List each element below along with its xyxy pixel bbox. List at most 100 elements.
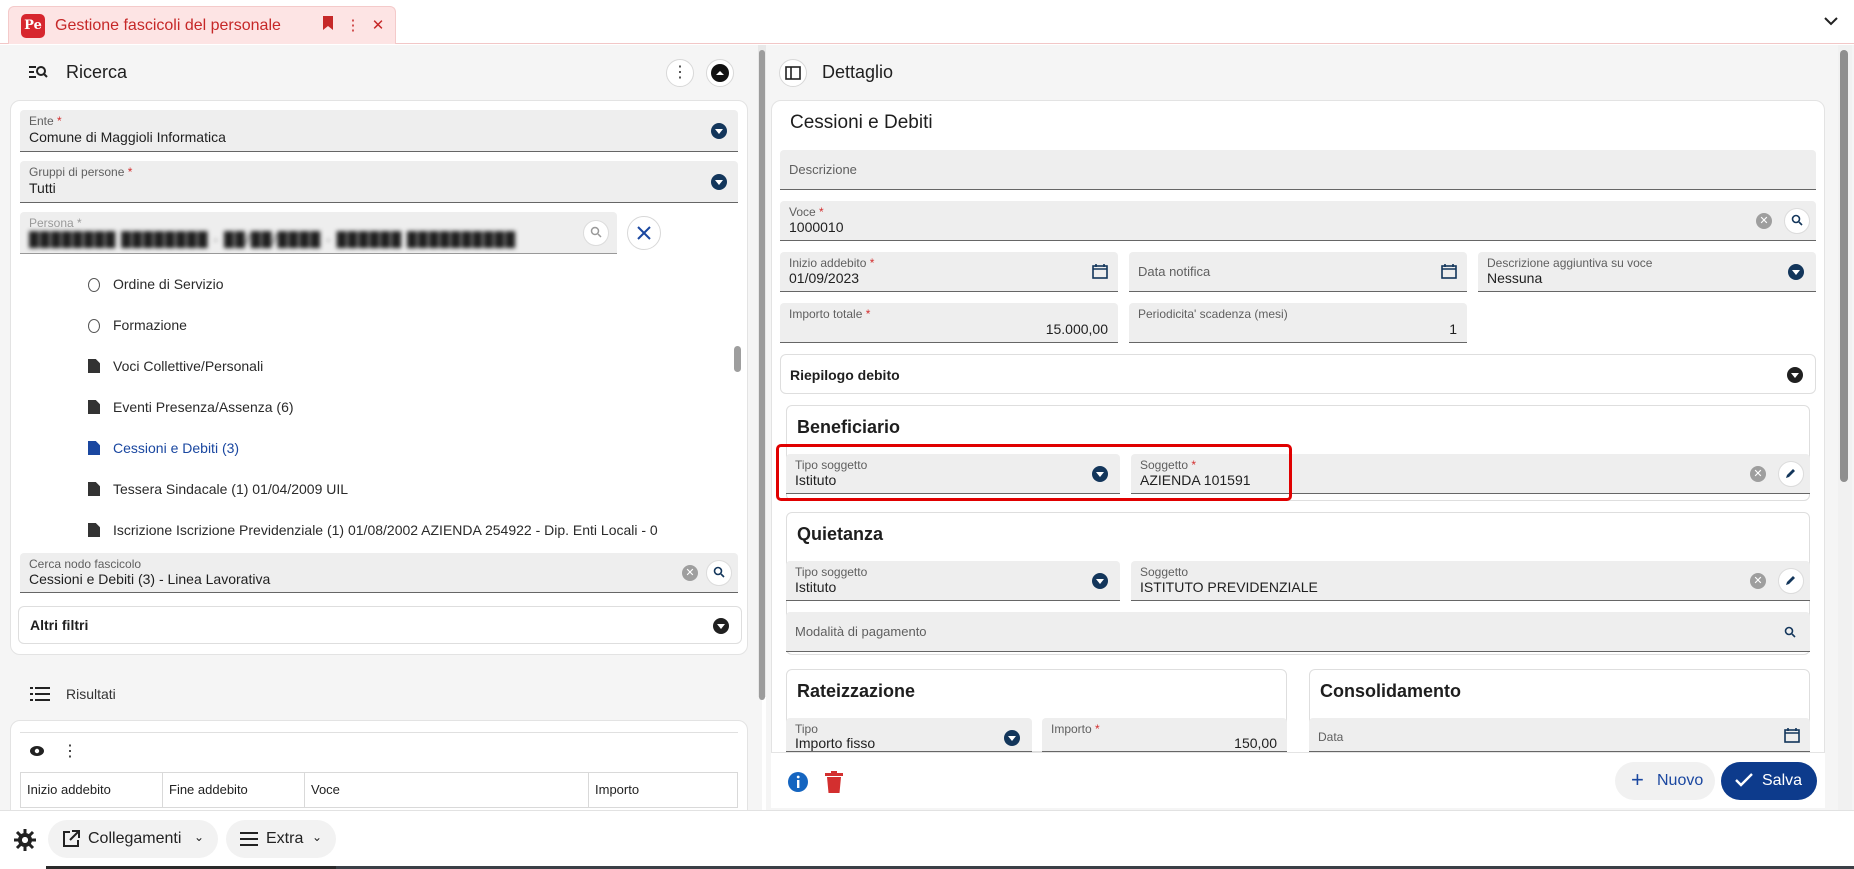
quietanza-soggetto-field[interactable]: Soggetto ISTITUTO PREVIDENZIALE ✕ (1131, 561, 1810, 601)
chevron-down-icon: ⌄ (312, 830, 323, 844)
tree-item-label: Cessioni e Debiti (3) (113, 440, 240, 456)
column-header[interactable]: Fine addebito (163, 773, 305, 807)
clear-icon[interactable]: ✕ (1750, 466, 1766, 482)
chevron-down-icon: ⌄ (194, 830, 205, 844)
tipo-label: Tipo (795, 722, 818, 736)
eye-icon[interactable] (29, 744, 45, 760)
ente-label: Ente * (29, 114, 62, 128)
close-icon[interactable]: ✕ (369, 16, 387, 36)
salva-button[interactable]: Salva (1721, 762, 1817, 800)
clear-persona-button[interactable] (627, 216, 661, 250)
calendar-icon[interactable] (1092, 263, 1108, 282)
clear-icon[interactable]: ✕ (682, 565, 698, 581)
list-icon (30, 686, 52, 708)
left-scrollbar-thumb[interactable] (759, 50, 765, 700)
search-more-button[interactable]: ⋮ (666, 59, 694, 87)
tree-scrollbar[interactable] (734, 346, 741, 372)
cerca-nodo-field[interactable]: Cerca nodo fascicolo Cessioni e Debiti (… (20, 553, 738, 593)
check-icon (1735, 772, 1753, 793)
rateizzazione-importo-field[interactable]: Importo * 150,00 (1042, 718, 1287, 752)
voce-field[interactable]: Voce * 1000010 ✕ (780, 201, 1816, 241)
gear-icon[interactable] (14, 829, 36, 854)
info-icon[interactable] (787, 771, 809, 796)
results-table-header: Inizio addebito Fine addebito Voce Impor… (20, 772, 738, 808)
search-icon[interactable] (1784, 625, 1796, 641)
importo-totale-field[interactable]: Importo totale * 15.000,00 (780, 303, 1118, 343)
rateizzazione-tipo-select[interactable]: Tipo Importo fisso (786, 718, 1032, 752)
right-scrollbar-thumb[interactable] (1840, 50, 1848, 482)
nuovo-button[interactable]: + Nuovo (1615, 762, 1715, 800)
persona-label: Persona * (29, 216, 82, 230)
expand-icon[interactable] (1787, 367, 1803, 383)
bookmark-icon[interactable] (319, 16, 337, 36)
data-notifica-field[interactable]: Data notifica (1129, 252, 1467, 292)
ente-select[interactable]: Ente * Comune di Maggioli Informatica (20, 110, 738, 152)
calendar-icon[interactable] (1441, 263, 1457, 282)
importo-value: 150,00 (1234, 735, 1277, 751)
beneficiario-title: Beneficiario (797, 417, 901, 437)
descrizione-field[interactable]: Descrizione (780, 150, 1816, 190)
tipo-soggetto-value: Istituto (795, 579, 837, 595)
nuovo-label: Nuovo (1657, 772, 1704, 789)
tree-item-label: Tessera Sindacale (1) 01/04/2009 UIL (113, 481, 349, 497)
dropdown-icon[interactable] (711, 123, 727, 139)
radio-icon (88, 319, 100, 333)
quietanza-title: Quietanza (797, 524, 884, 544)
dropdown-icon[interactable] (1004, 730, 1020, 746)
consolidamento-data-field[interactable]: Data (1309, 718, 1810, 752)
app-tab[interactable]: Pe Gestione fascicoli del personale ⋮ ✕ (8, 6, 396, 44)
voce-search-button[interactable] (1784, 208, 1810, 234)
external-link-icon (62, 830, 80, 853)
app-title: Gestione fascicoli del personale (55, 17, 281, 34)
riepilogo-debito-expander[interactable]: Riepilogo debito (780, 354, 1816, 394)
column-header[interactable]: Voce (305, 773, 589, 807)
data-notifica-label: Data notifica (1138, 264, 1211, 279)
inizio-addebito-field[interactable]: Inizio addebito * 01/09/2023 (780, 252, 1118, 292)
collapse-button[interactable] (706, 59, 734, 87)
edit-soggetto-button[interactable] (1778, 461, 1804, 487)
calendar-icon[interactable] (1784, 727, 1800, 746)
cerca-nodo-value: Cessioni e Debiti (3) - Linea Lavorativa (29, 571, 271, 587)
soggetto-value: ISTITUTO PREVIDENZIALE (1140, 579, 1318, 595)
salva-label: Salva (1762, 772, 1803, 789)
column-header[interactable]: Importo (589, 773, 739, 807)
importo-label: Importo * (1051, 722, 1100, 736)
chevron-down-icon[interactable] (1822, 12, 1840, 30)
consolidamento-title: Consolidamento (1320, 681, 1462, 701)
extra-button[interactable]: Extra ⌄ (226, 820, 336, 858)
quietanza-tipo-soggetto-select[interactable]: Tipo soggetto Istituto (786, 561, 1120, 601)
importo-totale-value: 15.000,00 (1045, 321, 1108, 337)
bottom-toolbar: Collegamenti ⌄ Extra ⌄ (0, 810, 1854, 869)
altri-filtri-expander[interactable]: Altri filtri (18, 606, 742, 644)
cerca-nodo-search-button[interactable] (706, 560, 732, 586)
edit-soggetto-button[interactable] (1778, 568, 1804, 594)
expand-icon[interactable] (713, 618, 729, 634)
riepilogo-debito-label: Riepilogo debito (790, 367, 900, 383)
inizio-addebito-label: Inizio addebito * (789, 256, 875, 270)
clear-icon[interactable]: ✕ (1756, 213, 1772, 229)
inizio-addebito-value: 01/09/2023 (789, 270, 860, 286)
tree-item-label: Eventi Presenza/Assenza (6) (113, 399, 294, 415)
more-vertical-icon[interactable]: ⋮ (344, 16, 362, 36)
table-more-icon[interactable]: ⋮ (62, 741, 78, 761)
plus-icon: + (1631, 767, 1644, 792)
periodicita-field[interactable]: Periodicita' scadenza (mesi) 1 (1129, 303, 1467, 343)
delete-icon[interactable] (825, 771, 843, 796)
ente-value: Comune di Maggioli Informatica (29, 129, 226, 145)
gruppi-select[interactable]: Gruppi di persone * Tutti (20, 161, 738, 203)
modalita-pagamento-field[interactable]: Modalità di pagamento (786, 612, 1810, 652)
clear-icon[interactable]: ✕ (1750, 573, 1766, 589)
dropdown-icon[interactable] (711, 174, 727, 190)
persona-search-button[interactable] (583, 220, 609, 246)
importo-totale-label: Importo totale * (789, 307, 871, 321)
dropdown-icon[interactable] (1788, 264, 1804, 280)
column-header[interactable]: Inizio addebito (21, 773, 163, 807)
persona-field[interactable]: Persona * ████████ ████████ · ██/██/████… (20, 212, 617, 254)
dropdown-icon[interactable] (1092, 573, 1108, 589)
toggle-sidebar-button[interactable] (779, 59, 807, 87)
descrizione-aggiuntiva-select[interactable]: Descrizione aggiuntiva su voce Nessuna (1478, 252, 1816, 292)
collegamenti-label: Collegamenti (88, 830, 182, 847)
collegamenti-button[interactable]: Collegamenti ⌄ (48, 820, 218, 858)
detail-panel-title: Dettaglio (822, 62, 894, 82)
section-title: Cessioni e Debiti (790, 112, 933, 133)
